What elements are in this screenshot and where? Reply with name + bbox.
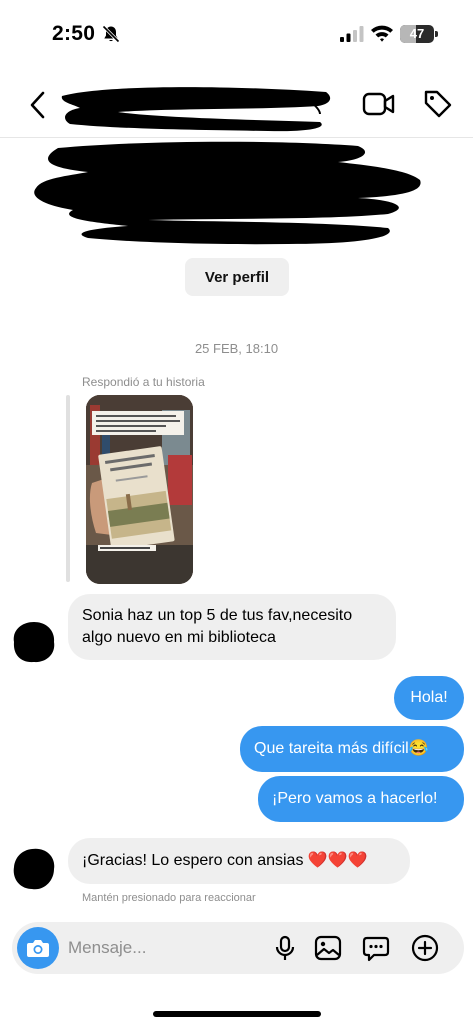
gallery-icon[interactable] bbox=[314, 934, 342, 962]
message-composer bbox=[12, 922, 464, 974]
tag-icon[interactable] bbox=[423, 88, 453, 120]
battery-icon: 47 bbox=[400, 25, 434, 43]
video-call-icon[interactable] bbox=[362, 90, 396, 118]
status-bar: 2:50 47 bbox=[0, 0, 473, 60]
home-indicator bbox=[153, 1011, 321, 1017]
redacted-profile-info bbox=[34, 141, 421, 245]
camera-icon bbox=[27, 940, 49, 957]
bell-slash-icon bbox=[102, 25, 120, 43]
story-book-image bbox=[86, 395, 193, 584]
chat-header bbox=[0, 72, 473, 138]
view-profile-button[interactable]: Ver perfil bbox=[185, 258, 289, 296]
wifi-icon bbox=[371, 25, 393, 42]
message-bubble-incoming[interactable]: Sonia haz un top 5 de tus fav,necesito a… bbox=[68, 594, 396, 660]
story-reply-indicator bbox=[66, 395, 70, 582]
microphone-icon[interactable] bbox=[271, 934, 299, 962]
cellular-signal-icon bbox=[340, 26, 364, 42]
message-bubble-outgoing[interactable]: Hola! bbox=[394, 676, 464, 720]
camera-button[interactable] bbox=[17, 927, 59, 969]
battery-cap bbox=[435, 31, 438, 37]
react-hint: Mantén presionado para reaccionar bbox=[82, 892, 256, 904]
avatar[interactable] bbox=[12, 620, 56, 664]
status-time: 2:50 bbox=[52, 22, 96, 45]
date-separator: 25 FEB, 18:10 bbox=[194, 341, 279, 356]
message-bubble-outgoing[interactable]: ¡Pero vamos a hacerlo! bbox=[258, 776, 464, 822]
message-input[interactable] bbox=[68, 934, 258, 962]
story-reply-label: Respondió a tu historia bbox=[82, 375, 205, 389]
plus-icon[interactable] bbox=[411, 934, 439, 962]
redacted-username bbox=[61, 87, 331, 132]
message-bubble-outgoing[interactable]: Que tareita más difícil😂 bbox=[240, 726, 464, 772]
message-bubble-incoming[interactable]: ¡Gracias! Lo espero con ansias ❤️❤️❤️ bbox=[68, 838, 410, 884]
sticker-icon[interactable] bbox=[362, 934, 390, 962]
avatar[interactable] bbox=[12, 847, 56, 891]
chevron-left-icon[interactable] bbox=[26, 90, 50, 120]
battery-percentage: 47 bbox=[409, 26, 425, 41]
story-thumbnail[interactable] bbox=[86, 395, 193, 584]
